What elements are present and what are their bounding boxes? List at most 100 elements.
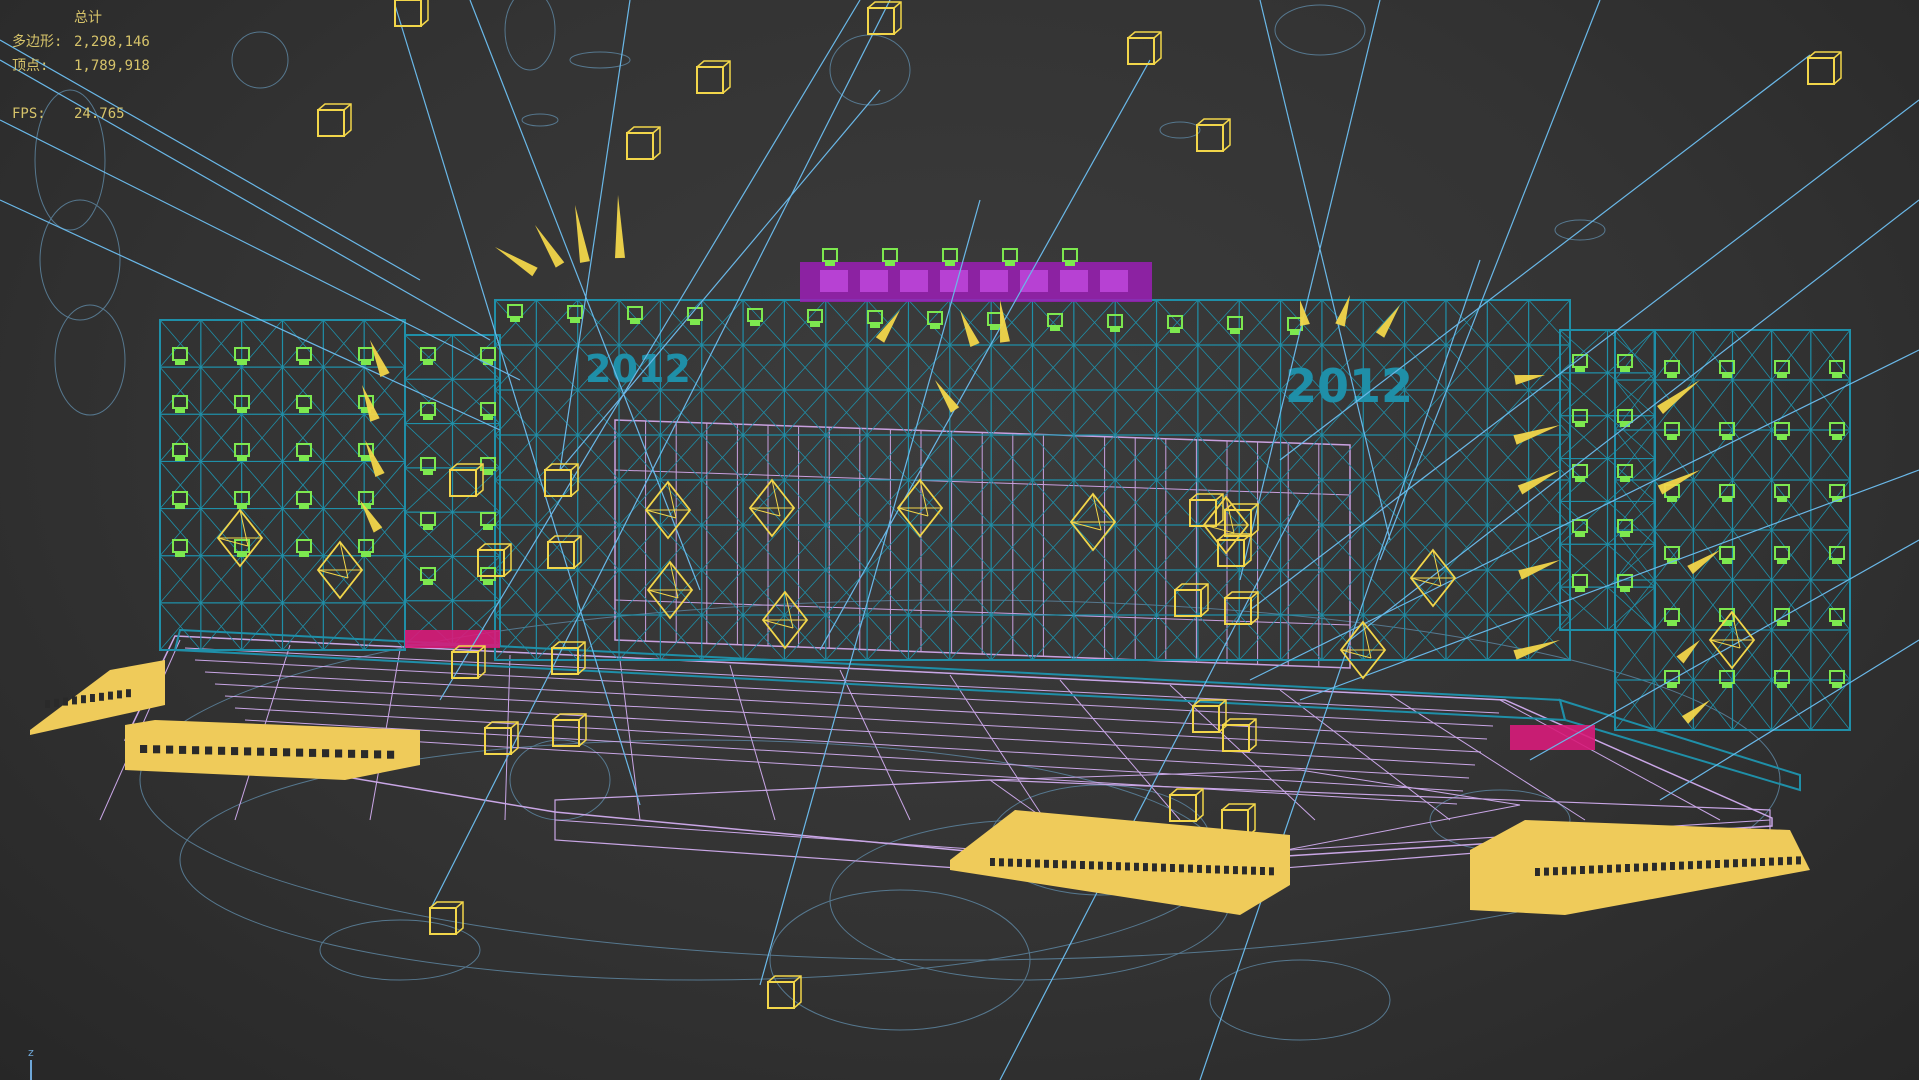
moving-head-base [1170,328,1180,333]
moving-head [1665,609,1679,621]
spotlight-cone [495,247,538,276]
piano-key [1652,863,1657,871]
light-beam [395,5,640,805]
piano-key [270,748,277,756]
piano-key [1026,859,1031,867]
piano-key [1634,864,1639,872]
cone-ellipse [40,200,120,320]
moving-head-base [1777,497,1787,502]
polygons-label: 多边形: [12,30,74,54]
moving-head-base [1722,497,1732,502]
moving-head [481,568,495,580]
piano-key [1143,863,1148,871]
moving-head-base [175,360,185,365]
target-cube [627,133,653,159]
moving-head [988,313,1002,325]
z-axis-line [30,1060,32,1080]
3d-viewport[interactable]: 20122012 总计 多边形:2,298,146 顶点:1,789,918 F… [0,0,1919,1080]
target-cube [1808,58,1834,84]
moving-head-base [299,456,309,461]
light-beam [1280,55,1810,460]
piano-key [1044,860,1049,868]
moving-head-base [1667,373,1677,378]
piano-key [1152,863,1157,871]
cone-ellipse [1275,5,1365,55]
target-cube-edge [1223,119,1230,125]
target-cube-edge [1196,789,1203,795]
target-cube-edge [344,104,351,110]
piano-key [99,693,104,701]
piano-key [1269,867,1274,875]
banner-glyph [860,270,888,292]
moving-head-base [1832,683,1842,688]
piano-key [1053,860,1058,868]
piano-key [1751,858,1756,866]
spotlight-cone [1376,305,1400,338]
piano-key [218,747,225,755]
moving-head-base [630,319,640,324]
piano-key [1769,858,1774,866]
piano-key [1760,858,1765,866]
banner-glyph [1100,270,1128,292]
moving-head-fixtures [173,249,1844,688]
moving-head-base [1620,532,1630,537]
spotlight-cone [1000,300,1010,343]
cone-ellipse [1160,122,1200,138]
moving-head-base [945,261,955,266]
moving-head-base [1832,621,1842,626]
truss-wireframe [160,300,1850,790]
moving-head-base [1722,559,1732,564]
moving-head [1228,317,1242,329]
piano-key [1616,864,1621,872]
piano-key [1580,866,1585,874]
piano-key [126,689,131,697]
cone-ellipse [55,305,125,415]
axis-gizmo: z [24,1046,44,1080]
moving-head-base [930,324,940,329]
target-cube [868,8,894,34]
target-cube [1190,500,1216,526]
target-cube-edge [723,61,730,67]
banner-glyph [940,270,968,292]
moving-head-base [690,320,700,325]
moving-head-base [1722,683,1732,688]
moving-head-base [1777,683,1787,688]
piano-key [1715,860,1720,868]
piano-key [231,747,238,755]
moving-head-base [510,317,520,322]
piano-key [1107,862,1112,870]
wireframe-scene[interactable]: 20122012 [0,0,1919,1080]
target-cube-edge [579,714,586,720]
piano-key [283,748,290,756]
vertices-label: 顶点: [12,54,74,78]
moving-head-base [423,580,433,585]
moving-head [421,513,435,525]
moving-head-base [1832,435,1842,440]
banner-glyph [1020,270,1048,292]
piano-key [192,746,199,754]
piano-key [1535,868,1540,876]
target-cube-edge [571,464,578,470]
target-cube-edge [653,127,660,133]
light-beam [1530,540,1919,760]
piano-key [990,858,995,866]
moving-head [1830,423,1844,435]
light-beam [820,60,1150,650]
piano-key [335,750,342,758]
stats-gap [12,78,150,102]
moving-head [359,540,373,552]
floor-grid-line [185,648,1499,713]
fps-label: FPS: [12,102,74,126]
floor-grid-line [505,655,510,820]
moving-head-base [1620,587,1630,592]
moving-head-base [299,552,309,557]
moving-head [1063,249,1077,261]
fps-value: 24.765 [74,106,125,122]
moving-head [928,312,942,324]
moving-head [1573,575,1587,587]
piano-key [205,747,212,755]
piano-key [140,745,147,753]
piano-key [1724,860,1729,868]
moving-head-base [423,525,433,530]
moving-head [173,396,187,408]
